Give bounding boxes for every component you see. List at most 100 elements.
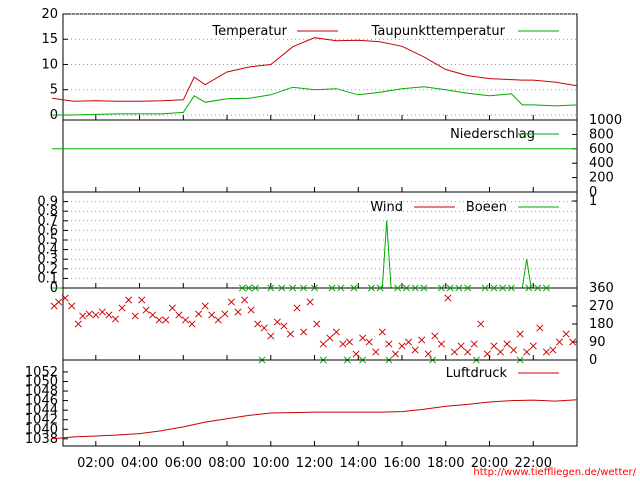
wind-direction-point [345, 338, 354, 346]
wind-direction-point [168, 304, 176, 312]
panel-2-ytick-label: 0.9 [37, 195, 58, 210]
time-tick-label: 16:00 [383, 456, 420, 471]
wind-direction-point [536, 324, 544, 332]
wind-direction-point [221, 310, 229, 318]
wind-direction-point [359, 334, 367, 342]
time-tick-label: 10:00 [252, 456, 289, 471]
wind-direction-point [267, 332, 275, 340]
wind-direction-point [352, 350, 360, 358]
wind-direction-point [247, 306, 255, 314]
wind-direction-point [391, 350, 400, 358]
wind-direction-point [457, 342, 465, 350]
wind-direction-point [332, 328, 340, 336]
wind-direction-point [365, 338, 373, 346]
wind-direction-point [111, 315, 120, 323]
weather-chart: 05101520Temperatur Taupunkttemperatur0200… [25, 7, 637, 478]
time-tick-label: 04:00 [121, 456, 158, 471]
wind-direction-point [424, 350, 432, 358]
wind-direction-point [313, 320, 321, 328]
wind-direction-point [125, 296, 133, 304]
wind-direction-point [162, 316, 170, 324]
wind-direction-point [181, 316, 190, 324]
wind-direction-point [175, 311, 183, 319]
wind-direction-point [398, 342, 406, 350]
wind-direction-point [555, 338, 564, 346]
wind-direction-point [280, 322, 288, 330]
legend-label-luftdruck: Luftdruck [446, 366, 508, 381]
wind-direction-point [85, 310, 93, 318]
wind-direction-point [477, 320, 485, 328]
panel-1-rtick-label: 600 [589, 142, 614, 157]
wind-direction-point [306, 298, 314, 306]
wind-direction-point [549, 346, 557, 354]
wind-direction-point [385, 340, 393, 348]
wind-direction-point [234, 308, 242, 316]
wind-direction-point [260, 324, 268, 332]
wind-direction-point [418, 336, 426, 344]
wind-direction-point [273, 318, 281, 326]
wind-direction-point [118, 304, 126, 312]
panel-1-rtick-label: 400 [589, 156, 614, 171]
wind-direction-point [195, 310, 203, 318]
wind-direction-point [372, 348, 380, 356]
wind-direction-point [450, 348, 459, 356]
series-line-temperatur [52, 37, 578, 102]
panel-3-rtick-label: 90 [589, 335, 606, 350]
wind-direction-point [149, 311, 157, 319]
wind-direction-point [470, 340, 478, 348]
wind-direction-point [79, 312, 87, 320]
wind-direction-point [98, 308, 106, 316]
panel-0-ytick-label: 10 [41, 57, 58, 72]
series-line-luftdruck [52, 399, 578, 440]
source-credit: http://www.tiefflie­gen.de/wetter/ [473, 467, 636, 478]
wind-direction-point [300, 328, 308, 336]
wind-direction-point [483, 350, 491, 358]
legend-label-wind: Wind [370, 200, 403, 215]
panel-3-rtick-label: 270 [589, 299, 614, 314]
wind-direction-point [155, 316, 163, 324]
wind-direction-point [240, 296, 249, 304]
wind-direction-point [516, 330, 524, 338]
wind-direction-point [254, 320, 262, 328]
wind-direction-point [431, 332, 439, 340]
series-line-boeen [52, 220, 577, 289]
wind-direction-point [293, 304, 301, 312]
wind-direction-point [105, 311, 113, 319]
weather-chart-page: 0 5 10 15 20 Temperatur Taupunkttemperatur 0 200… [0, 0, 640, 480]
time-tick-label: 12:00 [296, 456, 333, 471]
wind-direction-point [378, 328, 386, 336]
wind-direction-point [542, 348, 550, 356]
wind-direction-point [131, 312, 139, 320]
legend-label-boeen: Boeen [466, 200, 507, 215]
panel-3-rtick-label: 360 [589, 281, 614, 296]
wind-direction-point [214, 316, 222, 324]
time-tick-label: 18:00 [427, 456, 464, 471]
wind-direction-point [411, 346, 419, 354]
legend-label-temperatur: Temperatur [211, 24, 287, 39]
wind-direction-point [227, 298, 235, 306]
panel-1-rtick-label: 800 [589, 127, 614, 142]
wind-direction-point [286, 330, 295, 338]
panel-3-rtick-label: 0 [589, 353, 597, 368]
wind-direction-point [138, 296, 146, 304]
wind-direction-point [562, 330, 570, 338]
wind-direction-point [464, 348, 472, 356]
panel-0-ytick-label: 5 [50, 83, 58, 98]
wind-direction-point [523, 348, 531, 356]
panel-1-rtick-label: 1000 [589, 113, 622, 128]
panel-0-ytick-label: 20 [41, 7, 58, 22]
wind-direction-point [496, 348, 505, 356]
wind-direction-point [339, 340, 347, 348]
time-tick-label: 02:00 [77, 456, 114, 471]
time-tick-label: 06:00 [165, 456, 202, 471]
wind-direction-point [444, 294, 452, 302]
time-tick-label: 08:00 [208, 456, 245, 471]
time-tick-label: 14:00 [340, 456, 377, 471]
panel-0-ytick-label: 15 [41, 32, 58, 47]
wind-direction-point [405, 338, 413, 346]
legend-label-taupunkttemperatur: Taupunkttemperatur [371, 24, 506, 39]
wind-direction-point [437, 340, 445, 348]
wind-direction-point [201, 302, 209, 310]
wind-direction-point [490, 342, 498, 350]
panel-1-rtick-label: 200 [589, 171, 614, 186]
